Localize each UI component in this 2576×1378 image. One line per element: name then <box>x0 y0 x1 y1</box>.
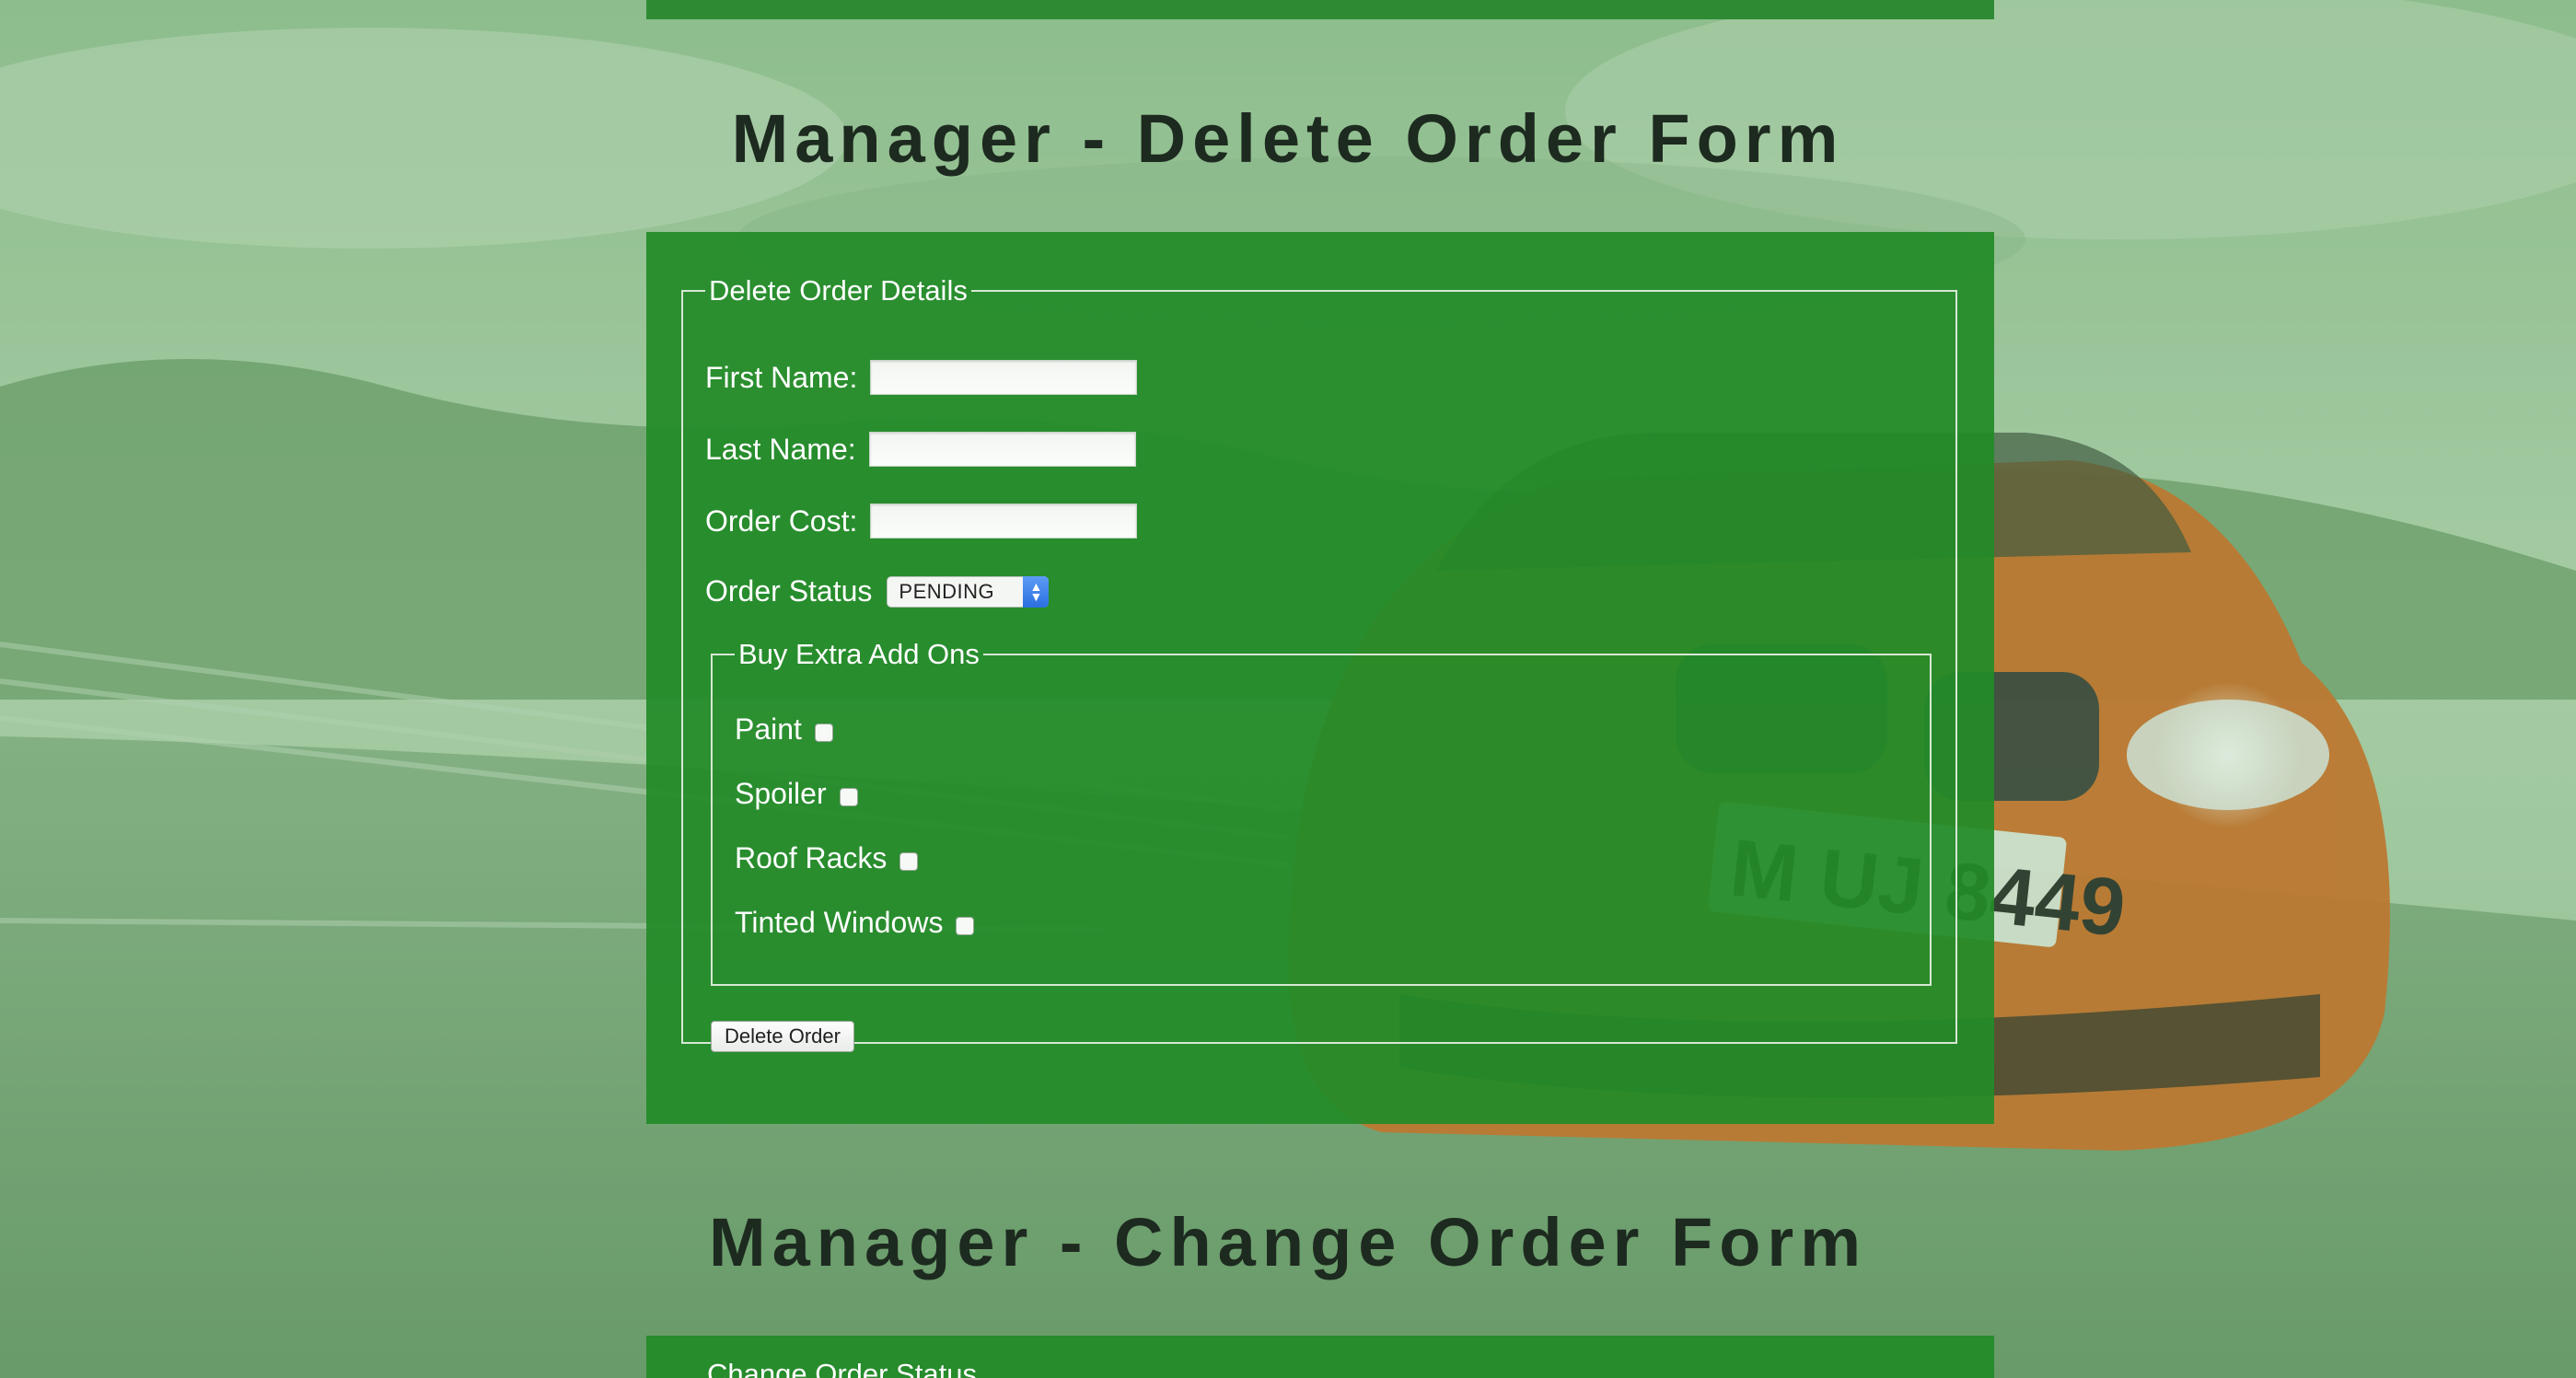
last-name-input[interactable] <box>868 432 1136 467</box>
change-order-legend: Change Order Status <box>707 1358 977 1378</box>
last-name-row: Last Name: <box>705 432 1136 467</box>
order-status-selected-value: PENDING <box>899 579 995 603</box>
change-order-form: Change Order Status <box>646 1336 1994 1378</box>
addon-spoiler-checkbox[interactable] <box>839 787 858 806</box>
addon-roof-racks-checkbox[interactable] <box>899 851 919 871</box>
last-name-label: Last Name: <box>705 432 856 466</box>
addon-paint[interactable]: Paint <box>735 712 833 747</box>
order-status-select[interactable]: PENDING ▲ ▼ <box>887 575 1050 608</box>
addons-fieldset: Buy Extra Add Ons Paint Spoiler Roof Rac… <box>711 640 1932 986</box>
addon-tinted-windows-checkbox[interactable] <box>956 916 975 935</box>
order-cost-input[interactable] <box>870 504 1138 538</box>
order-cost-label: Order Cost: <box>705 504 858 538</box>
first-name-row: First Name: <box>705 360 1138 395</box>
previous-form-panel-bottom <box>646 0 1994 19</box>
order-status-row: Order Status PENDING ▲ ▼ <box>705 574 1050 608</box>
delete-order-legend: Delete Order Details <box>709 274 968 307</box>
delete-order-form: Delete Order Details First Name: Last Na… <box>646 232 1994 1124</box>
delete-order-fieldset: Delete Order Details First Name: Last Na… <box>681 274 1957 1052</box>
first-name-input[interactable] <box>870 360 1138 395</box>
addon-roof-racks[interactable]: Roof Racks <box>735 841 919 875</box>
change-order-title: Manager - Change Order Form <box>708 1204 1868 1280</box>
addon-tinted-windows-label: Tinted Windows <box>735 906 944 939</box>
select-arrows-icon: ▲ ▼ <box>1023 575 1050 608</box>
first-name-label: First Name: <box>705 360 858 394</box>
addon-spoiler[interactable]: Spoiler <box>735 777 858 811</box>
addon-paint-label: Paint <box>735 712 802 746</box>
page-title: Manager - Delete Order Form <box>731 100 1845 177</box>
delete-order-button[interactable]: Delete Order <box>711 1021 854 1052</box>
addon-roof-racks-label: Roof Racks <box>735 841 888 874</box>
order-status-label: Order Status <box>705 574 873 608</box>
addons-legend: Buy Extra Add Ons <box>738 638 980 670</box>
order-cost-row: Order Cost: <box>705 504 1138 538</box>
addon-tinted-windows[interactable]: Tinted Windows <box>735 906 975 940</box>
addon-spoiler-label: Spoiler <box>735 777 827 810</box>
addon-paint-checkbox[interactable] <box>814 723 833 742</box>
